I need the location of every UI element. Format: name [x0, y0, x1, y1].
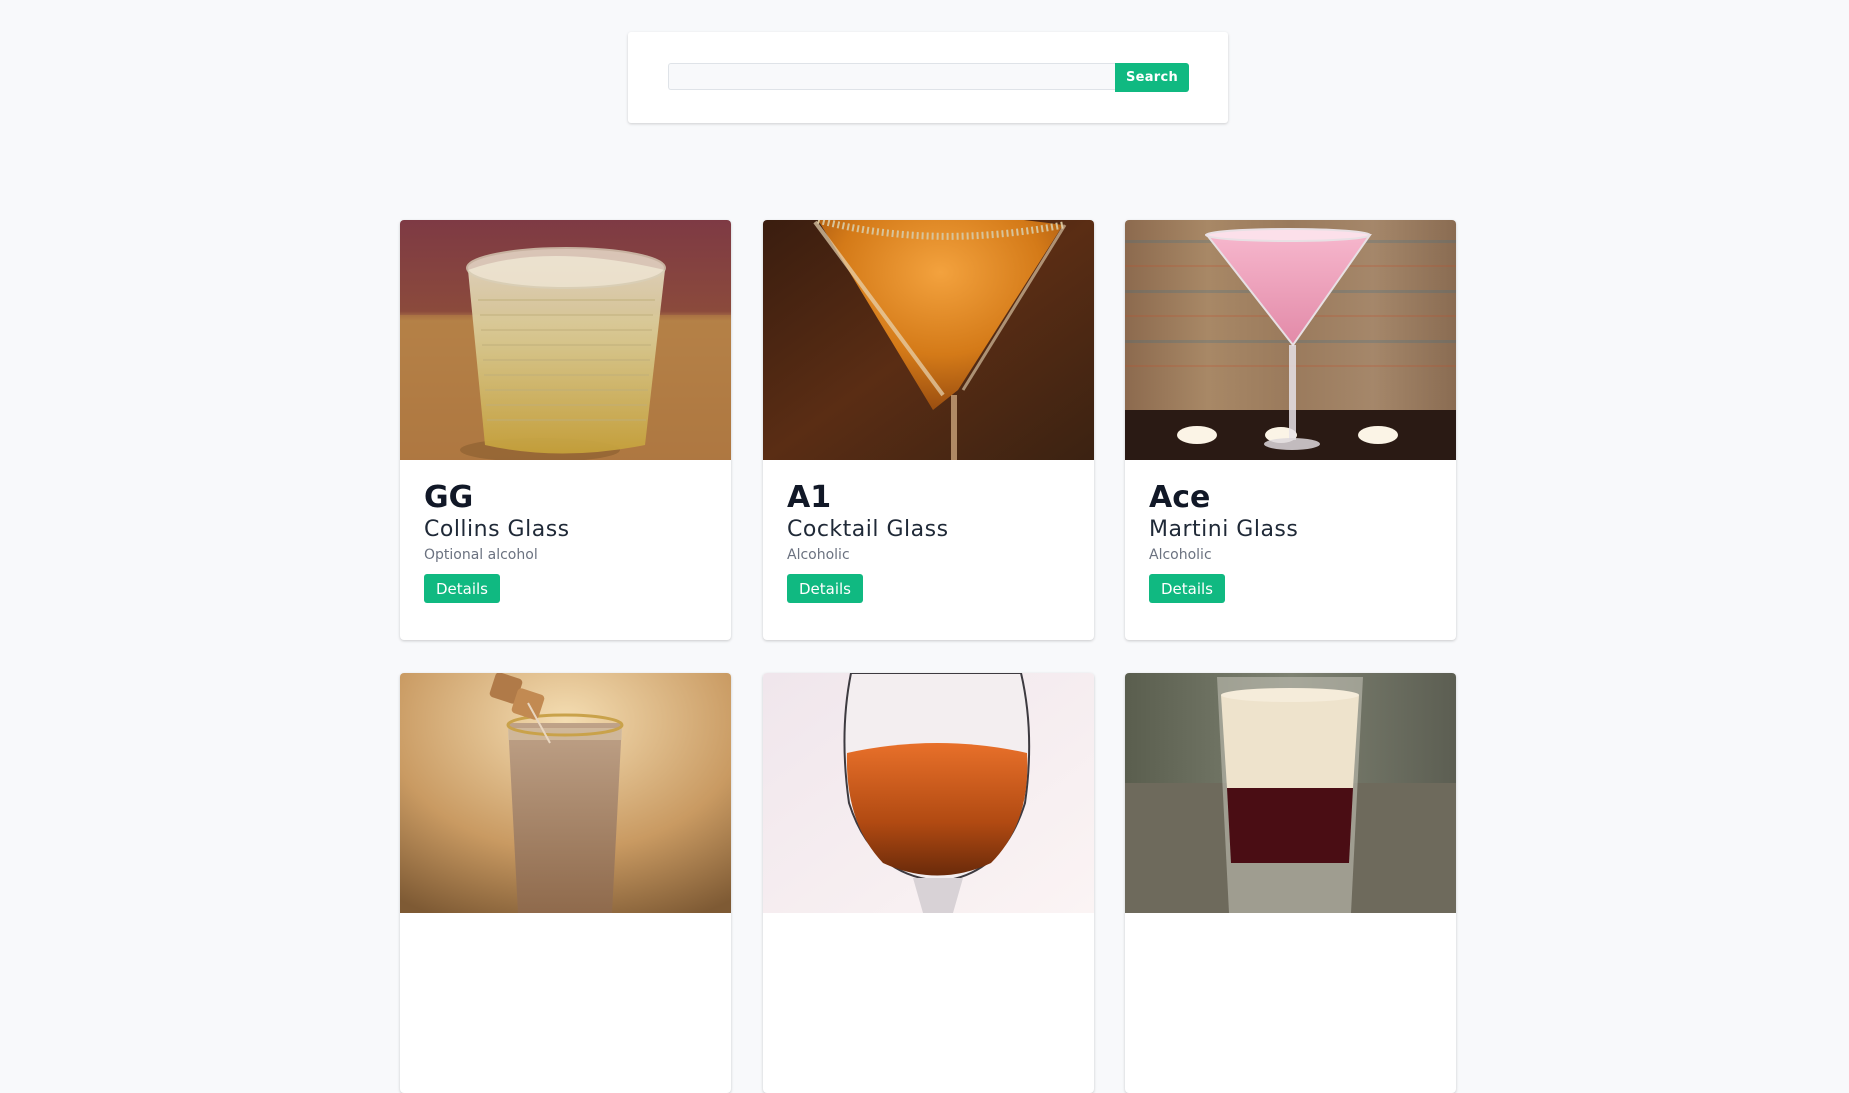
drink-card	[763, 673, 1094, 1093]
details-button[interactable]: Details	[1149, 574, 1226, 603]
drink-card	[400, 673, 731, 1093]
details-button[interactable]: Details	[787, 574, 864, 603]
drink-glass: Martini Glass	[1149, 517, 1299, 542]
drink-image[interactable]	[1125, 673, 1456, 913]
drink-card: A1 Cocktail Glass Alcoholic Details	[763, 220, 1094, 640]
drink-image[interactable]	[1125, 220, 1456, 460]
drink-image[interactable]	[400, 673, 731, 913]
drink-name: Ace	[1149, 480, 1211, 515]
drink-image[interactable]	[763, 220, 1094, 460]
search-button[interactable]: Search	[1115, 63, 1189, 92]
search-input[interactable]	[668, 63, 1115, 90]
drink-glass: Cocktail Glass	[787, 517, 949, 542]
details-button[interactable]: Details	[424, 574, 501, 603]
drink-alcoholic: Optional alcohol	[424, 547, 538, 563]
drink-name: A1	[787, 480, 832, 515]
drink-card: GG Collins Glass Optional alcohol Detail…	[400, 220, 731, 640]
drink-image[interactable]	[400, 220, 731, 460]
drink-card: Ace Martini Glass Alcoholic Details	[1125, 220, 1456, 640]
drink-glass: Collins Glass	[424, 517, 570, 542]
drink-card	[1125, 673, 1456, 1093]
drink-name: GG	[424, 480, 474, 515]
drink-alcoholic: Alcoholic	[787, 547, 850, 563]
drink-alcoholic: Alcoholic	[1149, 547, 1212, 563]
search-card: Search	[628, 32, 1228, 123]
drink-image[interactable]	[763, 673, 1094, 913]
